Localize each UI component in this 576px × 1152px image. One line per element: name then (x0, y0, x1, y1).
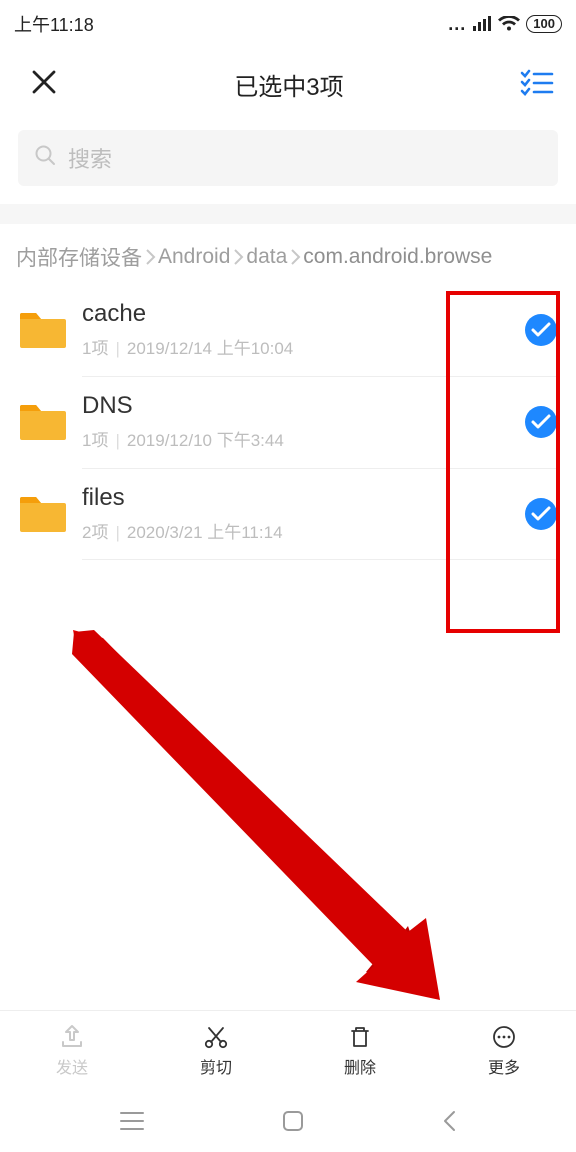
app-bar: 已选中3项 (0, 48, 576, 120)
breadcrumb[interactable]: 内部存储设备 Android data com.android.browse (0, 224, 576, 284)
scissors-icon (203, 1024, 229, 1050)
trash-icon (347, 1024, 373, 1050)
toolbar-label: 删除 (344, 1054, 376, 1078)
checkbox-checked-icon[interactable] (524, 405, 558, 439)
search-wrap: 搜索 (0, 120, 576, 204)
status-right: ... 100 (448, 14, 562, 35)
toolbar-label: 剪切 (200, 1054, 232, 1078)
select-all-icon[interactable] (520, 68, 554, 101)
folder-meta: 1项|2019/12/14 上午10:04 (82, 334, 524, 359)
send-button[interactable]: 发送 (0, 1011, 144, 1090)
toolbar-label: 发送 (56, 1054, 88, 1078)
folder-name: DNS (82, 392, 524, 420)
toolbar-label: 更多 (488, 1054, 520, 1078)
breadcrumb-item[interactable]: Android (158, 245, 230, 269)
folder-name: cache (82, 300, 524, 328)
share-icon (59, 1024, 85, 1050)
folder-name: files (82, 484, 524, 512)
breadcrumb-item[interactable]: 内部存储设备 (16, 242, 142, 272)
search-icon (34, 144, 56, 172)
close-icon[interactable] (30, 68, 58, 101)
bottom-toolbar: 发送 剪切 删除 更多 (0, 1010, 576, 1090)
folder-icon (18, 309, 68, 351)
signal-icon (472, 16, 492, 32)
more-icon (491, 1024, 517, 1050)
status-bar: 上午11:18 ... 100 (0, 0, 576, 48)
list-item[interactable]: DNS 1项|2019/12/10 下午3:44 (0, 376, 576, 468)
annotation-arrow-clean (68, 630, 443, 1005)
nav-menu-icon[interactable] (119, 1111, 145, 1131)
nav-back-icon[interactable] (441, 1109, 457, 1133)
list-item[interactable]: files 2项|2020/3/21 上午11:14 (0, 468, 576, 560)
checkbox-checked-icon[interactable] (524, 497, 558, 531)
system-navbar (0, 1090, 576, 1152)
battery-icon: 100 (526, 15, 562, 33)
wifi-icon (498, 16, 520, 32)
nav-home-icon[interactable] (282, 1110, 304, 1132)
chevron-right-icon (144, 248, 156, 266)
folder-meta: 1项|2019/12/10 下午3:44 (82, 426, 524, 451)
list-item[interactable]: cache 1项|2019/12/14 上午10:04 (0, 284, 576, 376)
section-spacer (0, 204, 576, 224)
search-placeholder: 搜索 (68, 142, 112, 174)
breadcrumb-item[interactable]: com.android.browse (303, 245, 492, 269)
cut-button[interactable]: 剪切 (144, 1011, 288, 1090)
more-button[interactable]: 更多 (432, 1011, 576, 1090)
page-title: 已选中3项 (234, 67, 343, 102)
folder-icon (18, 401, 68, 443)
annotation-arrow (68, 630, 438, 1000)
delete-button[interactable]: 删除 (288, 1011, 432, 1090)
chevron-right-icon (289, 248, 301, 266)
folder-meta: 2项|2020/3/21 上午11:14 (82, 518, 524, 543)
more-dots-icon: ... (448, 14, 466, 35)
status-time: 上午11:18 (14, 11, 94, 37)
folder-list: cache 1项|2019/12/14 上午10:04 DNS 1项|2019/… (0, 284, 576, 560)
breadcrumb-item[interactable]: data (246, 245, 287, 269)
search-input[interactable]: 搜索 (18, 130, 558, 186)
chevron-right-icon (232, 248, 244, 266)
checkbox-checked-icon[interactable] (524, 313, 558, 347)
folder-icon (18, 493, 68, 535)
